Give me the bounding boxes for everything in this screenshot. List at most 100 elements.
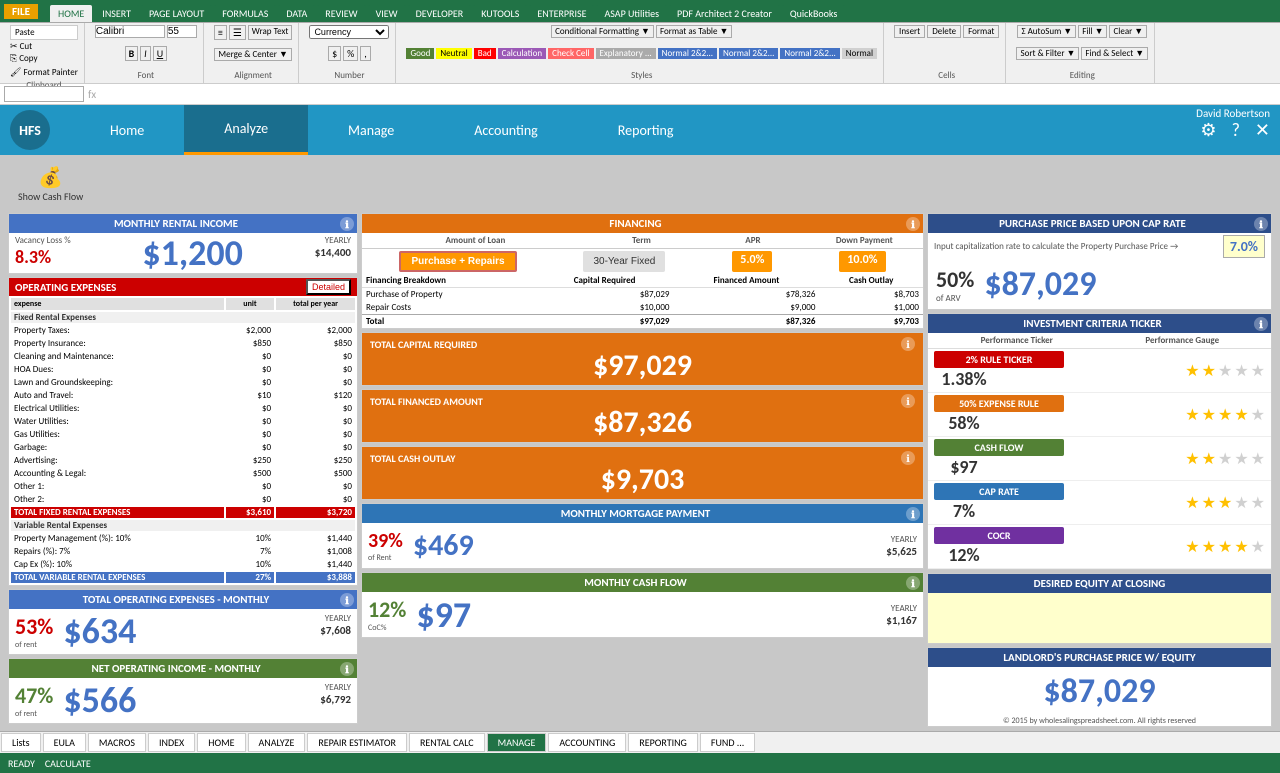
percent-button[interactable]: % (343, 46, 358, 61)
nav-home[interactable]: Home (70, 105, 184, 155)
tab-insert[interactable]: INSERT (94, 5, 139, 22)
variable-header-label: Variable Rental Expenses (11, 520, 355, 531)
tab-enterprise[interactable]: ENTERPRISE (529, 5, 594, 22)
autosum-button[interactable]: Σ AutoSum ▼ (1017, 25, 1076, 38)
clipboard-group: Paste ✂ Cut ⎘ Copy 🖌 Format Painter Clip… (4, 23, 85, 83)
dollar-button[interactable]: $ (328, 46, 341, 61)
table-row: Auto and Travel:$10$120 (11, 390, 355, 401)
tab-quickbooks[interactable]: QuickBooks (782, 5, 845, 22)
financing-info-icon[interactable]: ℹ (906, 217, 920, 231)
copy-button[interactable]: ⎘ Copy (10, 53, 38, 64)
cut-button[interactable]: ✂ Cut (10, 41, 32, 52)
formula-input[interactable] (100, 88, 1276, 100)
comma-button[interactable]: , (360, 46, 371, 61)
monthly-cashflow-info-icon[interactable]: ℹ (906, 576, 920, 590)
criteria-row-cashflow: CASH FLOW $97 ★ ★ ★ ★ ★ (928, 437, 1271, 481)
sort-filter-button[interactable]: Sort & Filter ▼ (1016, 47, 1079, 60)
name-box[interactable] (4, 86, 84, 102)
tab-page-layout[interactable]: PAGE LAYOUT (141, 5, 212, 22)
purchase-repairs-button[interactable]: Purchase + Repairs (399, 251, 516, 272)
wrap-text-button[interactable]: Wrap Text (248, 25, 293, 40)
align-center-button[interactable]: ☰ (229, 25, 246, 40)
tab-repair-estimator[interactable]: REPAIR ESTIMATOR (307, 733, 407, 752)
tab-index[interactable]: INDEX (148, 733, 195, 752)
tab-eula[interactable]: EULA (43, 733, 86, 752)
expense-value: $0 (226, 481, 274, 492)
expense-value: $0 (226, 416, 274, 427)
criteria-info-icon[interactable]: ℹ (1254, 317, 1268, 331)
tab-reporting[interactable]: REPORTING (628, 733, 698, 752)
landlord-card: LANDLORD'S PURCHASE PRICE W/ EQUITY $87,… (927, 647, 1272, 727)
total-variable-value: 27% (226, 572, 274, 583)
total-capital-info-icon[interactable]: ℹ (901, 337, 915, 351)
tab-formulas[interactable]: FORMULAS (214, 5, 276, 22)
tab-home[interactable]: HOME (50, 5, 92, 22)
tab-macros[interactable]: MACROS (88, 733, 146, 752)
show-cashflow-button[interactable]: 💰 Show Cash Flow (8, 157, 93, 211)
star-2: ★ (1202, 493, 1216, 513)
settings-icon[interactable]: ⚙ (1200, 119, 1216, 141)
criteria-label-cocr: COCR (934, 527, 1064, 544)
bold-button[interactable]: B (125, 46, 139, 61)
table-row: Repairs (%): 7%7%$1,008 (11, 546, 355, 557)
underline-button[interactable]: U (153, 46, 167, 61)
format-as-table-button[interactable]: Format as Table ▼ (656, 25, 732, 38)
total-capital-amount: $97,029 (366, 351, 919, 381)
tab-rental-calc[interactable]: RENTAL CALC (409, 733, 485, 752)
tab-review[interactable]: REVIEW (317, 5, 365, 22)
criteria-header: INVESTMENT CRITERIA TICKER ℹ (928, 314, 1271, 333)
nav-reporting[interactable]: Reporting (578, 105, 714, 155)
paste-button[interactable]: Paste (10, 25, 78, 40)
total-op-info-icon[interactable]: ℹ (340, 593, 354, 607)
rental-income-info-icon[interactable]: ℹ (340, 217, 354, 231)
format-painter-button[interactable]: 🖌 Format Painter (10, 67, 78, 78)
file-tab[interactable]: FILE (4, 4, 38, 19)
tab-analyze[interactable]: ANALYZE (248, 733, 306, 752)
format-button[interactable]: Format (963, 25, 999, 38)
noi-yearly-section: YEARLY $6,792 (320, 682, 351, 719)
tab-fund[interactable]: FUND ... (700, 733, 755, 752)
mortgage-header: MONTHLY MORTGAGE PAYMENT ℹ (362, 504, 923, 523)
fill-button[interactable]: Fill ▼ (1078, 25, 1107, 38)
tab-home-bottom[interactable]: HOME (197, 733, 245, 752)
mortgage-info-icon[interactable]: ℹ (906, 507, 920, 521)
detailed-button[interactable]: Detailed (306, 279, 351, 295)
close-icon[interactable]: ✕ (1255, 119, 1270, 141)
help-icon[interactable]: ? (1232, 119, 1240, 141)
table-row: Lawn and Groundskeeping:$0$0 (11, 377, 355, 388)
conditional-format-button[interactable]: Conditional Formatting ▼ (551, 25, 654, 38)
tab-view[interactable]: VIEW (368, 5, 406, 22)
criteria-row-cocr: COCR 12% ★ ★ ★ ★ ★ (928, 525, 1271, 569)
nav-accounting[interactable]: Accounting (434, 105, 578, 155)
tab-data[interactable]: DATA (278, 5, 315, 22)
noi-info-icon[interactable]: ℹ (340, 662, 354, 676)
find-select-button[interactable]: Find & Select ▼ (1081, 47, 1148, 60)
expense-total: $0 (276, 442, 355, 453)
font-size-input[interactable] (167, 25, 197, 38)
total-cash-info-icon[interactable]: ℹ (901, 451, 915, 465)
tab-accounting[interactable]: ACCOUNTING (548, 733, 626, 752)
number-format-select[interactable]: Currency General Number Percentage (309, 25, 389, 39)
desired-equity-title: DESIRED EQUITY AT CLOSING (1034, 577, 1166, 590)
font-name-input[interactable] (95, 25, 165, 38)
tab-asap[interactable]: ASAP Utilities (596, 5, 667, 22)
tab-pdf[interactable]: PDF Architect 2 Creator (669, 5, 780, 22)
30year-fixed-button[interactable]: 30-Year Fixed (583, 251, 665, 272)
nav-analyze[interactable]: Analyze (184, 105, 308, 155)
cap-rate-card: PURCHASE PRICE BASED UPON CAP RATE ℹ Inp… (927, 213, 1272, 310)
tab-developer[interactable]: DEVELOPER (408, 5, 472, 22)
tab-manage[interactable]: MANAGE (487, 733, 547, 752)
total-financed-info-icon[interactable]: ℹ (901, 394, 915, 408)
delete-button[interactable]: Delete (927, 25, 961, 38)
tab-kutools[interactable]: KUTOOLS (473, 5, 527, 22)
tab-lists[interactable]: Lists (1, 733, 41, 752)
italic-button[interactable]: I (140, 46, 151, 61)
table-row: Electrical Utilities:$0$0 (11, 403, 355, 414)
nav-manage[interactable]: Manage (308, 105, 434, 155)
cap-rate-info-icon[interactable]: ℹ (1254, 217, 1268, 231)
merge-center-button[interactable]: Merge & Center ▼ (214, 48, 291, 61)
align-left-button[interactable]: ≡ (214, 25, 227, 40)
clear-button[interactable]: Clear ▼ (1109, 25, 1147, 38)
insert-button[interactable]: Insert (894, 25, 925, 38)
expense-name: Property Management (%): 10% (11, 533, 224, 544)
